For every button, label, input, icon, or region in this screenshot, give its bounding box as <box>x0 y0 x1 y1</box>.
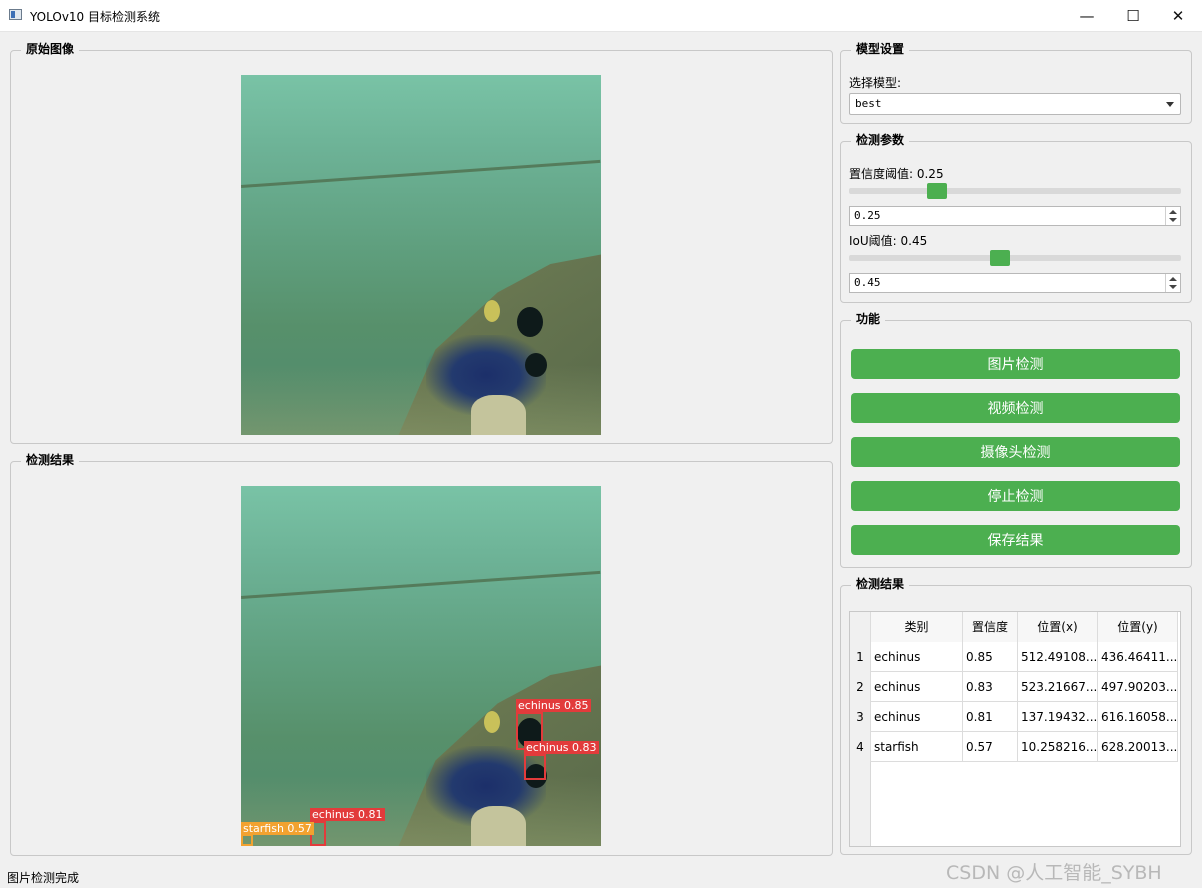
table-cell-y[interactable]: 628.20013... <box>1098 732 1178 762</box>
table-cell-x[interactable]: 137.19432... <box>1018 702 1098 732</box>
image-detect-button[interactable]: 图片检测 <box>851 349 1180 379</box>
row-number: 1 <box>850 642 871 672</box>
row-number: 4 <box>850 732 871 762</box>
detection-label: starfish 0.57 <box>241 822 314 835</box>
table-cell-x[interactable]: 512.49108... <box>1018 642 1098 672</box>
table-row[interactable]: 1 echinus 0.85 512.49108... 436.46411... <box>850 642 1178 672</box>
table-cell-y[interactable]: 497.90203... <box>1098 672 1178 702</box>
result-image: echinus 0.85 echinus 0.83 echinus 0.81 s… <box>241 486 601 846</box>
table-cell-y[interactable]: 616.16058... <box>1098 702 1178 732</box>
model-settings-title: 模型设置 <box>851 41 910 57</box>
table-row[interactable]: 3 echinus 0.81 137.19432... 616.16058... <box>850 702 1178 732</box>
table-header-row: 类别 置信度 位置(x) 位置(y) <box>850 612 1178 642</box>
detection-label: echinus 0.85 <box>516 699 591 712</box>
table-cell-confidence[interactable]: 0.81 <box>963 702 1018 732</box>
original-image <box>241 75 601 435</box>
slider-handle[interactable] <box>990 250 1011 266</box>
table-header-class[interactable]: 类别 <box>871 612 963 642</box>
table-row[interactable]: 2 echinus 0.83 523.21667... 497.90203... <box>850 672 1178 702</box>
watermark: CSDN @人工智能_SYBH <box>946 862 1162 884</box>
table-corner[interactable] <box>850 612 871 642</box>
table-cell-x[interactable]: 523.21667... <box>1018 672 1098 702</box>
table-cell-class[interactable]: echinus <box>871 672 963 702</box>
detection-box <box>241 834 253 846</box>
spin-up-icon[interactable] <box>1169 277 1177 281</box>
chevron-down-icon <box>1166 102 1174 107</box>
video-detect-button[interactable]: 视频检测 <box>851 393 1180 423</box>
confidence-value: 0.25 <box>854 209 881 222</box>
table-header-x[interactable]: 位置(x) <box>1018 612 1098 642</box>
spin-down-icon[interactable] <box>1169 285 1177 289</box>
window-title: YOLOv10 目标检测系统 <box>30 10 161 24</box>
results-table-title: 检测结果 <box>851 576 910 592</box>
stop-detect-button[interactable]: 停止检测 <box>851 481 1180 511</box>
results-table[interactable]: 类别 置信度 位置(x) 位置(y) 1 echinus 0.85 512.49… <box>849 611 1181 847</box>
camera-detect-button[interactable]: 摄像头检测 <box>851 437 1180 467</box>
row-number: 3 <box>850 702 871 732</box>
detection-params-title: 检测参数 <box>851 132 910 148</box>
status-bar-text: 图片检测完成 <box>7 871 80 885</box>
detection-label: echinus 0.83 <box>524 741 599 754</box>
table-header-y[interactable]: 位置(y) <box>1098 612 1178 642</box>
model-select[interactable]: best <box>849 93 1181 115</box>
slider-handle[interactable] <box>927 183 948 199</box>
iou-value: 0.45 <box>854 276 881 289</box>
original-image-title: 原始图像 <box>21 41 80 57</box>
table-cell-class[interactable]: starfish <box>871 732 963 762</box>
model-select-value: best <box>855 97 882 110</box>
close-button[interactable]: ✕ <box>1155 0 1201 31</box>
table-cell-confidence[interactable]: 0.57 <box>963 732 1018 762</box>
table-cell-x[interactable]: 10.258216... <box>1018 732 1098 762</box>
row-number: 2 <box>850 672 871 702</box>
confidence-spinbox[interactable]: 0.25 <box>849 206 1181 226</box>
iou-spinbox[interactable]: 0.45 <box>849 273 1181 293</box>
spin-down-icon[interactable] <box>1169 218 1177 222</box>
result-image-title: 检测结果 <box>21 452 80 468</box>
confidence-slider[interactable] <box>849 180 1181 202</box>
functions-title: 功能 <box>851 311 886 327</box>
save-result-button[interactable]: 保存结果 <box>851 525 1180 555</box>
table-cell-confidence[interactable]: 0.85 <box>963 642 1018 672</box>
spin-up-icon[interactable] <box>1169 210 1177 214</box>
app-icon <box>9 9 22 20</box>
maximize-button[interactable]: ☐ <box>1110 0 1156 31</box>
slider-track <box>849 188 1181 194</box>
title-bar: YOLOv10 目标检测系统 — ☐ ✕ <box>0 0 1202 32</box>
table-cell-class[interactable]: echinus <box>871 702 963 732</box>
table-row[interactable]: 4 starfish 0.57 10.258216... 628.20013..… <box>850 732 1178 762</box>
table-header-confidence[interactable]: 置信度 <box>963 612 1018 642</box>
iou-slider[interactable] <box>849 247 1181 269</box>
table-cell-y[interactable]: 436.46411... <box>1098 642 1178 672</box>
model-select-label: 选择模型: <box>849 76 902 90</box>
minimize-button[interactable]: — <box>1064 0 1110 31</box>
table-cell-confidence[interactable]: 0.83 <box>963 672 1018 702</box>
table-cell-class[interactable]: echinus <box>871 642 963 672</box>
slider-track <box>849 255 1181 261</box>
detection-label: echinus 0.81 <box>310 808 385 821</box>
detection-box <box>524 754 546 780</box>
